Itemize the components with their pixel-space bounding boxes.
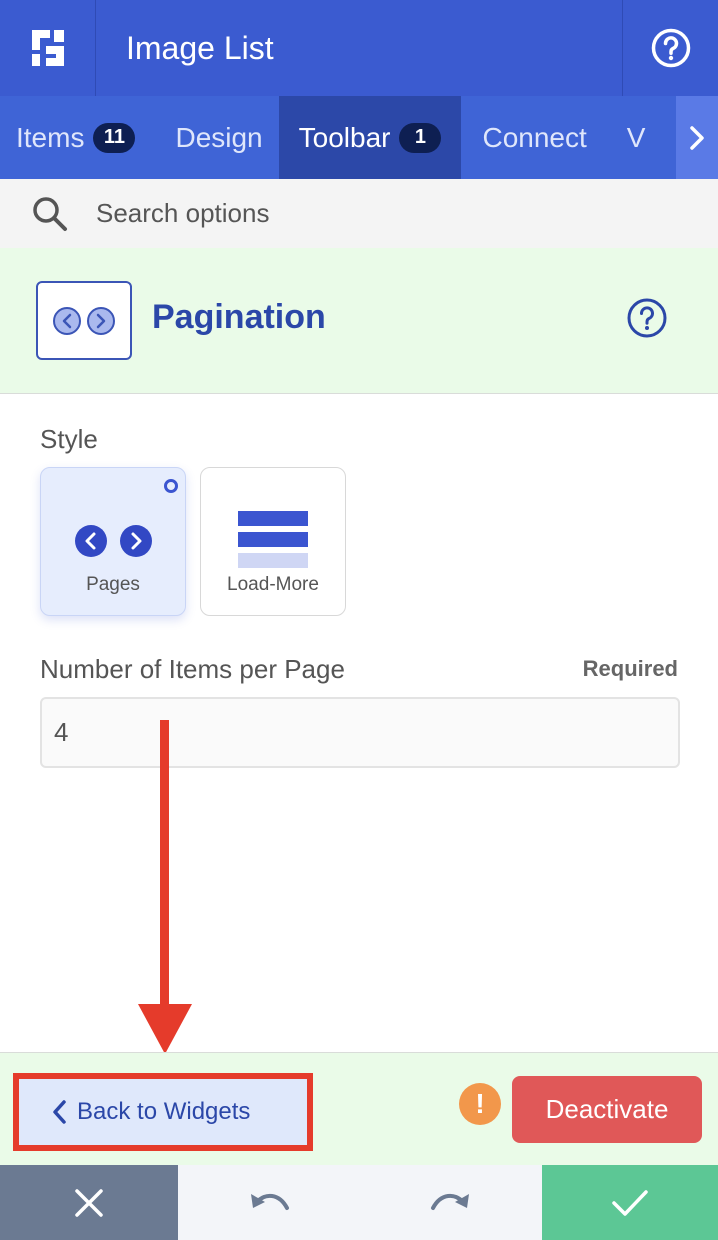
widget-title: Pagination [152,298,326,336]
footer-toolbar [0,1165,718,1240]
search-bar [0,179,718,248]
required-label: Required [582,656,678,681]
search-icon [33,196,67,231]
back-to-widgets-label: Back to Widgets [77,1098,251,1125]
load-more-icon [238,511,308,568]
undo-button[interactable] [178,1165,360,1240]
tab-toolbar-label: Toolbar [298,121,391,153]
warning-icon[interactable]: ! [459,1083,501,1125]
tab-items[interactable]: Items 11 [0,96,151,179]
logo-icon[interactable] [0,0,96,96]
chevron-right-icon [690,125,704,150]
app-title: Image List [126,29,274,66]
tab-scroll-right-button[interactable] [676,96,718,179]
back-to-widgets-button[interactable]: Back to Widgets [13,1073,313,1151]
undo-icon [251,1193,289,1210]
check-icon [612,1189,648,1216]
close-icon [75,1188,103,1217]
deactivate-button[interactable]: Deactivate [512,1076,702,1143]
tab-design-label: Design [175,121,263,153]
chevron-left-icon [53,1100,66,1124]
confirm-button[interactable] [542,1165,718,1240]
redo-icon [431,1193,469,1210]
search-input[interactable] [96,198,656,229]
selected-indicator [164,479,178,493]
annotation-arrow [138,720,192,1054]
pagination-icon [36,281,132,360]
tab-connect-label: Connect [482,121,587,153]
style-option-load-more-label: Load-More [227,574,319,595]
close-button[interactable] [0,1165,178,1240]
redo-button[interactable] [360,1165,542,1240]
help-icon[interactable] [622,0,718,96]
tab-toolbar-badge: 1 [399,122,442,153]
widget-header: Pagination [0,248,718,394]
style-label: Style [40,424,98,454]
style-option-pages-label: Pages [86,574,140,595]
pages-icon [75,525,152,557]
tab-bar: Items 11 Design Toolbar 1 Connect V [0,96,718,179]
items-per-page-label: Number of Items per Page [40,654,345,684]
tab-toolbar[interactable]: Toolbar 1 [278,96,462,179]
action-bar: Back to Widgets Deactivate [0,1052,718,1165]
style-option-load-more[interactable]: Load-More [200,467,346,616]
tab-connect[interactable]: Connect [461,96,606,179]
tab-design[interactable]: Design [151,96,278,179]
style-option-pages[interactable]: Pages [40,467,186,616]
app-header: Image List [0,0,718,96]
tab-items-badge: 11 [93,122,136,153]
tab-items-label: Items [16,121,85,153]
tab-more-label: V [626,121,646,153]
widget-help-icon[interactable] [626,297,668,344]
tab-more[interactable]: V [607,96,662,179]
